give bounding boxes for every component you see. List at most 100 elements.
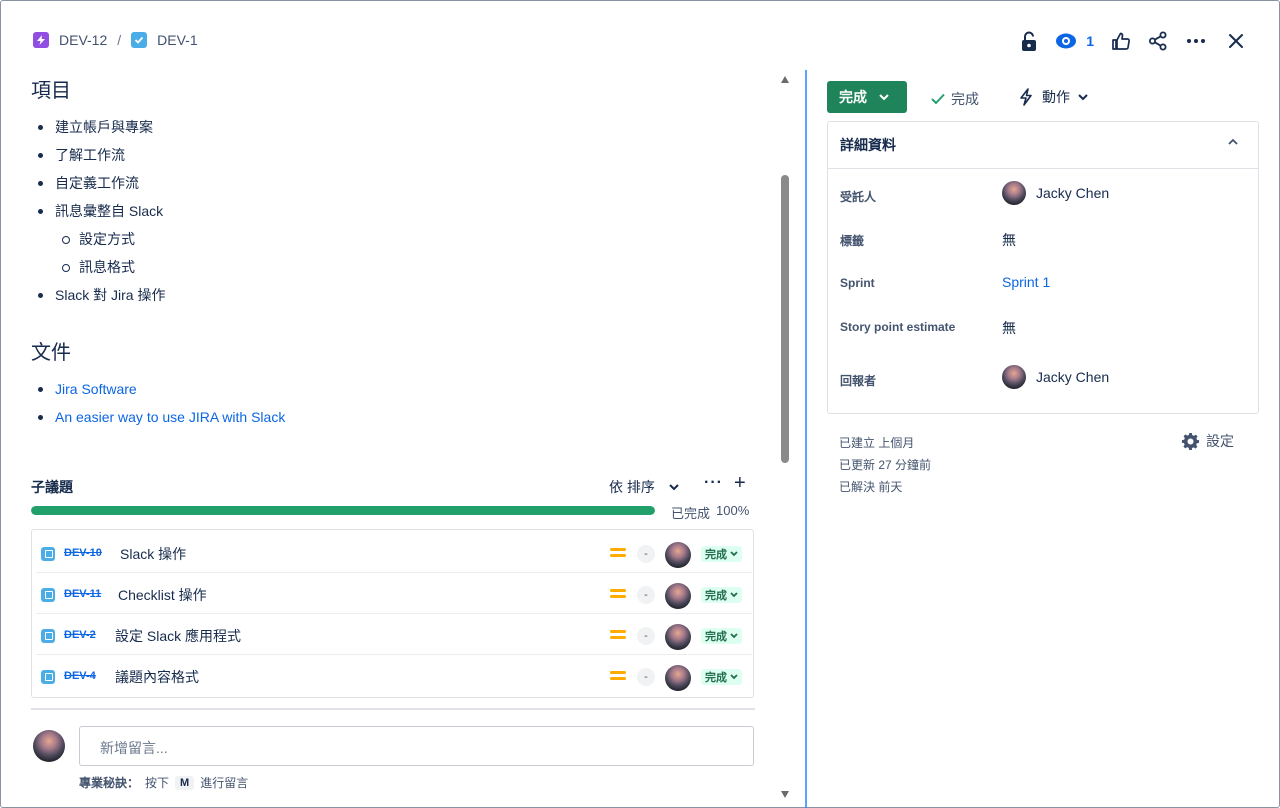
sprint-link[interactable]: Sprint 1 [1002,274,1050,290]
table-row[interactable]: DEV-11 Checklist 操作 - 完成 [36,573,752,614]
settings-label: 設定 [1206,433,1234,449]
field-value[interactable]: Jacky Chen [1002,365,1109,389]
table-row[interactable]: DEV-4 議題內容格式 - 完成 [36,655,752,696]
avatar [1002,181,1026,205]
thumbs-up-icon[interactable] [1112,28,1130,54]
chevron-down-icon [730,633,738,639]
breadcrumb-current[interactable]: DEV-1 [131,32,198,48]
sort-dropdown[interactable]: 依 排序 [609,477,679,497]
avatar[interactable] [665,624,691,650]
field-story-points: Story point estimate 無 [840,313,1250,343]
activity-divider [31,708,755,710]
task-icon [131,32,148,48]
comment-input[interactable]: 新增留言... [79,726,754,766]
priority-medium-icon [610,628,626,640]
current-key[interactable]: DEV-1 [157,32,197,48]
avatar[interactable] [665,542,691,568]
field-value[interactable]: Jacky Chen [1002,181,1109,205]
subtask-icon [41,629,55,643]
list-subitem: 設定方式 [31,225,756,253]
details-panel: 詳細資料 受託人 Jacky Chen 標籤 無 Sprint Sprint 1… [827,121,1259,414]
field-label: 標籤 [840,234,865,248]
status-badge[interactable]: 完成 [701,628,742,644]
breadcrumb-separator: / [117,32,122,48]
avatar[interactable] [665,583,691,609]
panel-resizer[interactable] [805,70,807,808]
docs-list: Jira Software An easier way to use JIRA … [31,375,756,431]
progress-text: 已完成 100% [671,503,749,522]
breadcrumb: DEV-12 / DEV-1 [33,32,198,48]
resolved-date: 已解決 前天 [839,480,903,494]
doc-link-jira-software[interactable]: Jira Software [55,381,137,397]
resolution: 完成 [931,89,979,109]
close-icon[interactable] [1228,28,1244,54]
doc-link-slack[interactable]: An easier way to use JIRA with Slack [55,409,285,425]
table-row[interactable]: DEV-10 Slack 操作 - 完成 [36,532,752,573]
subtasks-table: DEV-10 Slack 操作 - 完成 DEV-11 Checklist 操作… [31,529,754,698]
avatar[interactable] [665,665,691,691]
lock-open-icon[interactable] [1020,28,1038,54]
subtasks-progress-bar [31,506,655,515]
list-item: Slack 對 Jira 操作 [31,281,756,309]
list-item: 自定義工作流 [31,169,756,197]
chevron-up-icon[interactable] [1228,138,1238,145]
items-list: 建立帳戶與專案 了解工作流 自定義工作流 訊息彙整自 Slack 設定方式 訊息… [31,113,756,309]
add-subtask-icon[interactable]: + [734,472,746,495]
field-value[interactable]: 無 [1002,318,1016,338]
story-points[interactable]: - [637,586,655,604]
subtask-key[interactable]: DEV-10 [64,547,102,559]
parent-key[interactable]: DEV-12 [59,32,107,48]
lightning-icon [1020,88,1032,106]
subtask-icon [41,547,55,561]
list-item: An easier way to use JIRA with Slack [31,403,756,431]
field-label: 回報者 [840,374,877,388]
scroll-down-icon[interactable] [781,791,789,798]
chevron-down-icon [669,483,679,490]
details-header[interactable]: 詳細資料 [828,122,1258,169]
settings-button[interactable]: 設定 [1181,431,1234,451]
avatar [1002,365,1026,389]
share-icon[interactable] [1148,28,1168,54]
field-label: Story point estimate [840,320,956,334]
field-assignee: 受託人 Jacky Chen [840,181,1250,211]
subtask-summary[interactable]: Checklist 操作 [118,585,207,605]
field-value[interactable]: 無 [1002,230,1016,250]
subtask-summary[interactable]: 設定 Slack 應用程式 [115,626,241,646]
subtask-key[interactable]: DEV-4 [64,670,96,682]
list-item: 建立帳戶與專案 [31,113,756,141]
status-button[interactable]: 完成 [827,81,907,113]
status-badge[interactable]: 完成 [701,546,742,562]
scroll-up-icon[interactable] [781,76,789,83]
actions-button[interactable]: 動作 [1018,87,1088,107]
subtask-key[interactable]: DEV-11 [64,588,101,600]
tip-press: 按下 [145,776,170,790]
subtasks-more-icon[interactable]: ··· [704,474,723,492]
resolution-label: 完成 [951,91,979,107]
story-points[interactable]: - [637,668,655,686]
status-label: 完成 [705,590,727,602]
story-points[interactable]: - [637,545,655,563]
field-sprint: Sprint Sprint 1 [840,269,1250,299]
gear-icon [1181,432,1200,450]
status-badge[interactable]: 完成 [701,587,742,603]
scrollbar[interactable] [779,72,791,802]
progress-label: 已完成 [671,506,711,521]
updated-date: 已更新 27 分鐘前 [839,458,932,472]
watch-button[interactable]: 1 [1056,28,1094,54]
watch-count: 1 [1086,33,1094,49]
chevron-down-icon [879,93,889,100]
list-item: 了解工作流 [31,141,756,169]
story-points[interactable]: - [637,627,655,645]
subtask-key[interactable]: DEV-2 [64,629,96,641]
more-icon[interactable] [1186,28,1206,54]
tip-label: 專業秘訣： [79,776,140,790]
breadcrumb-parent[interactable]: DEV-12 [33,32,107,48]
field-label: 受託人 [840,190,877,204]
subtask-summary[interactable]: 議題內容格式 [115,667,199,687]
chevron-down-icon [1078,93,1088,100]
status-badge[interactable]: 完成 [701,669,742,685]
subtask-summary[interactable]: Slack 操作 [120,544,186,564]
table-row[interactable]: DEV-2 設定 Slack 應用程式 - 完成 [36,614,752,655]
progress-fill [31,506,655,515]
scroll-thumb[interactable] [781,175,789,463]
